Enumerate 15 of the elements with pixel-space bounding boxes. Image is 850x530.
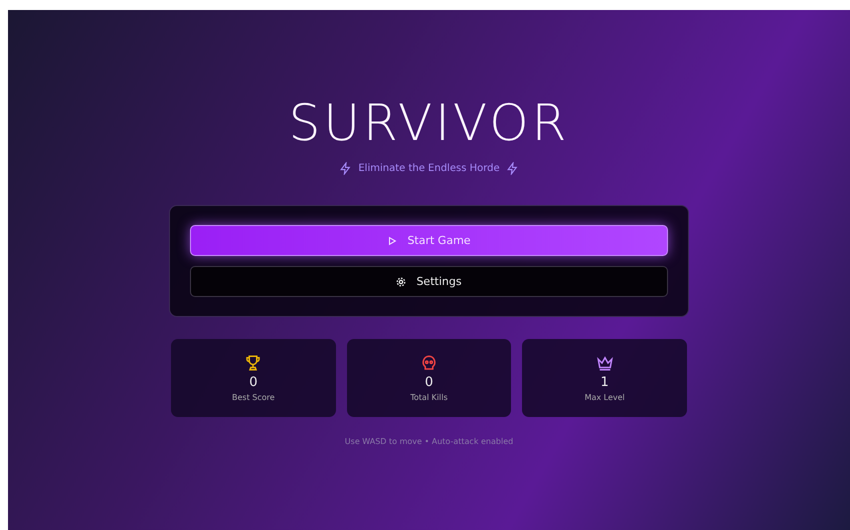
settings-button[interactable]: Settings (190, 266, 668, 297)
stat-label: Max Level (584, 393, 625, 402)
stat-value: 0 (249, 375, 258, 390)
lightning-icon (339, 162, 352, 175)
lightning-icon (506, 162, 519, 175)
stat-value: 1 (600, 375, 609, 390)
subtitle: Eliminate the Endless Horde (358, 163, 500, 174)
stat-label: Best Score (232, 393, 275, 402)
controls-hint: Use WASD to move • Auto-attack enabled (344, 437, 514, 446)
game-title: SURVIVOR (288, 98, 570, 148)
stat-label: Total Kills (410, 393, 448, 402)
start-button[interactable]: Start Game (190, 225, 668, 256)
stat-value: 0 (424, 375, 434, 390)
play-icon (387, 236, 398, 246)
gear-icon (396, 276, 406, 286)
